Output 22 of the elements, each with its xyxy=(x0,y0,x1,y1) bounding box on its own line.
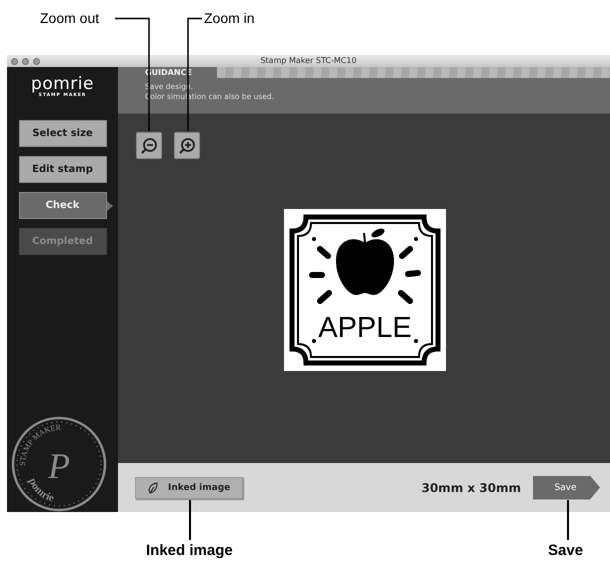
stamp-preview: APPLE xyxy=(284,209,446,371)
callout-label: Zoom out xyxy=(40,10,100,26)
zoom-button[interactable] xyxy=(33,58,40,64)
callout-label: Save xyxy=(548,543,584,559)
leader-line xyxy=(189,500,190,540)
zoom-out-icon xyxy=(140,136,158,154)
callout-label: Inked image xyxy=(146,543,233,559)
stamp-size-text: 30mm x 30mm xyxy=(421,480,521,494)
zoom-in-icon xyxy=(178,136,196,154)
window-title: Stamp Maker STC-MC10 xyxy=(260,55,357,67)
inked-image-button[interactable]: Inked image xyxy=(135,476,243,498)
step-button[interactable]: Edit stamp xyxy=(18,156,106,183)
zoom-in-button[interactable] xyxy=(174,132,200,159)
zoom-out-button[interactable] xyxy=(136,132,162,159)
close-button[interactable] xyxy=(11,58,18,64)
leader-line xyxy=(567,500,568,540)
save-button[interactable]: Save xyxy=(533,476,600,500)
callout-label: Zoom in xyxy=(204,10,255,26)
minimize-button[interactable] xyxy=(22,58,29,64)
step-button[interactable]: Select size xyxy=(18,120,106,147)
leaf-icon xyxy=(148,482,158,494)
logo-text: pomrie xyxy=(31,75,94,93)
